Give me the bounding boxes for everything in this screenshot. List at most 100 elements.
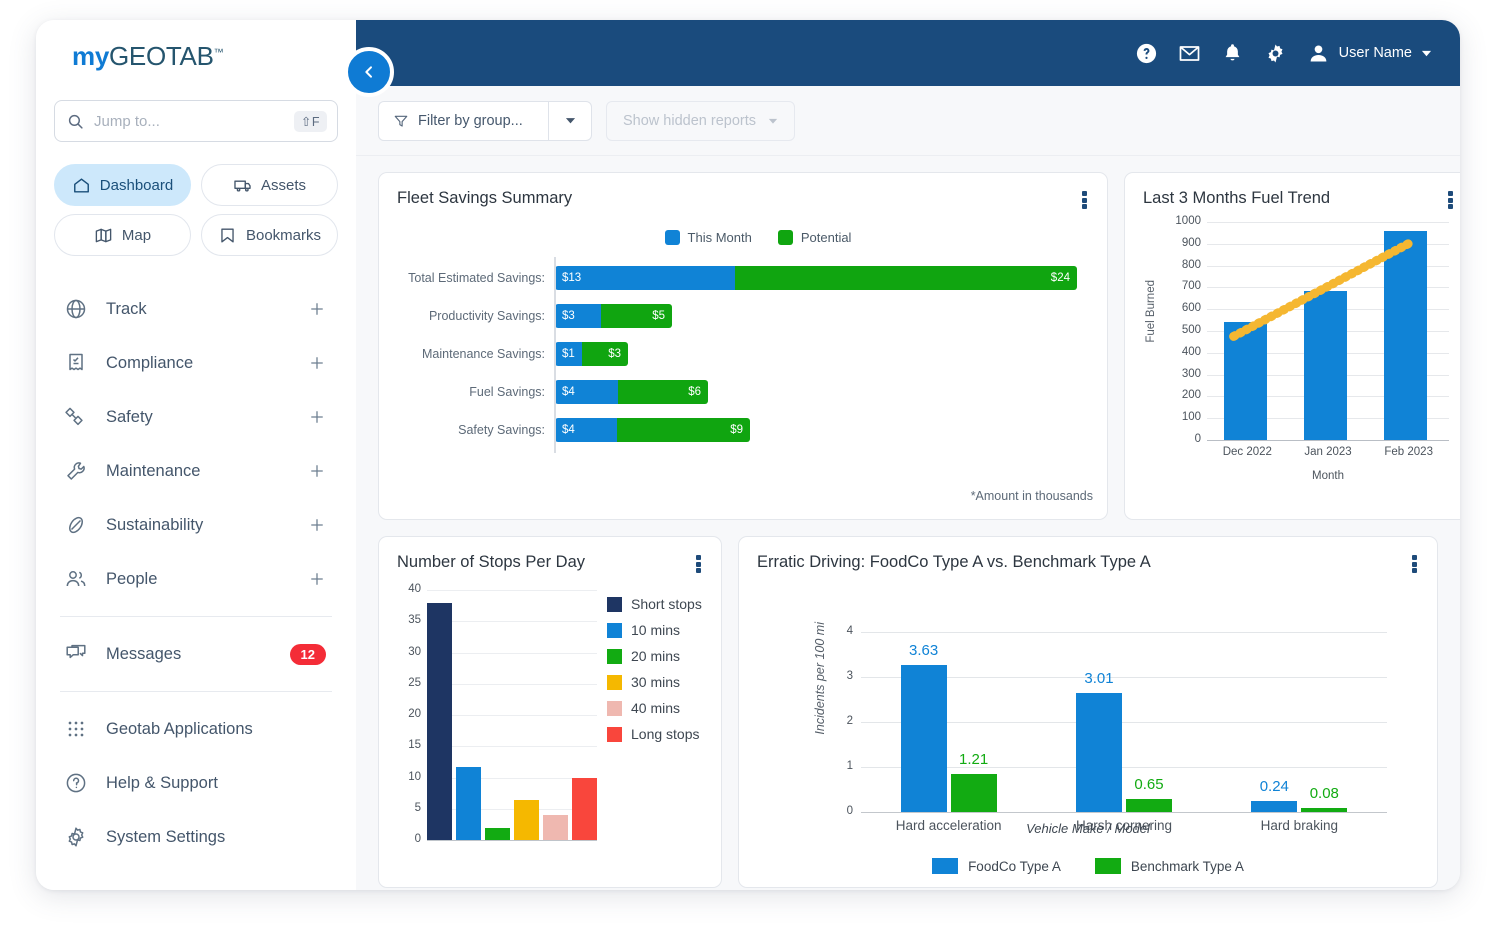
gear-icon[interactable] <box>1264 42 1287 65</box>
legend-item-this-month: This Month <box>665 230 752 245</box>
quick-nav-assets[interactable]: Assets <box>201 164 338 206</box>
y-tick: 20 <box>408 708 421 720</box>
card-title-fuel-trend: Last 3 Months Fuel Trend <box>1143 189 1455 208</box>
legend-swatch-short-stops <box>607 597 622 612</box>
sidebar-item-track[interactable]: Track <box>54 282 338 336</box>
stops-y-ticks: 40 35 30 25 20 15 10 5 0 <box>397 590 421 840</box>
quick-nav-dashboard[interactable]: Dashboard <box>54 164 191 206</box>
card-fuel-trend: Last 3 Months Fuel Trend Fuel Burned 100… <box>1124 172 1460 520</box>
erratic-y-axis-title: Incidents per 100 mi <box>813 622 827 735</box>
sidebar-item-people-label: People <box>106 570 308 589</box>
bar-group-hard-acceleration: 3.63 1.21 <box>861 632 1036 812</box>
sidebar-item-geotab-applications[interactable]: Geotab Applications <box>54 702 338 756</box>
filter-by-group-control: Filter by group... <box>378 101 592 141</box>
quick-nav-map[interactable]: Map <box>54 214 191 256</box>
sidebar-item-maintenance[interactable]: Maintenance <box>54 444 338 498</box>
expand-plus-icon[interactable] <box>308 408 326 426</box>
axis-baseline <box>1207 440 1449 441</box>
y-tick: 900 <box>1182 237 1201 249</box>
erratic-legend: FoodCo Type A Benchmark Type A <box>757 858 1419 874</box>
sidebar-item-sustainability[interactable]: Sustainability <box>54 498 338 552</box>
bar-30-mins[interactable] <box>514 800 539 840</box>
mail-icon[interactable] <box>1178 42 1201 65</box>
show-hidden-reports-dropdown[interactable]: Show hidden reports <box>606 101 795 141</box>
home-icon <box>72 176 91 195</box>
legend-swatch-benchmark-type-a <box>1095 858 1121 874</box>
truck-icon <box>233 176 252 195</box>
help-circle-icon[interactable] <box>1135 42 1158 65</box>
y-tick: 2 <box>847 715 853 727</box>
bar-row-productivity: Productivity Savings: $3 $5 <box>555 297 1077 335</box>
bar-short-stops[interactable] <box>427 603 452 841</box>
fuel-trend-y-ticks: 1000 900 800 700 600 500 400 300 200 100… <box>1165 222 1201 440</box>
chevron-down-icon <box>768 116 778 126</box>
filter-by-group-label: Filter by group... <box>418 113 523 129</box>
expand-plus-icon[interactable] <box>308 462 326 480</box>
bar-label-total-estimated: Total Estimated Savings: <box>397 271 545 285</box>
fuel-trend-chart: Fuel Burned 1000 900 800 700 600 500 400… <box>1143 222 1455 490</box>
legend-label-benchmark-type-a: Benchmark Type A <box>1131 859 1244 874</box>
fuel-trend-y-axis-title: Fuel Burned <box>1145 280 1157 343</box>
sidebar-item-compliance[interactable]: Compliance <box>54 336 338 390</box>
kebab-menu-icon[interactable] <box>1441 189 1459 211</box>
bar-10-mins[interactable] <box>456 767 481 840</box>
quick-nav-assets-label: Assets <box>261 177 306 194</box>
bell-icon[interactable] <box>1221 42 1244 65</box>
kebab-menu-icon[interactable] <box>689 553 707 575</box>
y-tick: 400 <box>1182 346 1201 358</box>
sidebar-item-messages[interactable]: Messages 12 <box>54 627 338 681</box>
sidebar-item-system-settings[interactable]: System Settings <box>54 810 338 864</box>
legend-item-short-stops: Short stops <box>607 596 702 612</box>
bar-row-maintenance: Maintenance Savings: $1 $3 <box>555 335 1077 373</box>
sidebar-divider-top <box>60 616 332 617</box>
expand-plus-icon[interactable] <box>308 300 326 318</box>
legend-label-this-month: This Month <box>688 230 752 245</box>
bar-20-mins[interactable] <box>485 828 510 841</box>
sidebar-divider-bottom <box>60 691 332 692</box>
stacked-bar-maintenance[interactable]: $1 $3 <box>555 342 628 366</box>
user-menu[interactable]: User Name <box>1307 42 1432 65</box>
bar-long-stops[interactable] <box>572 778 597 841</box>
quick-nav-bookmarks[interactable]: Bookmarks <box>201 214 338 256</box>
sidebar-collapse-button[interactable] <box>344 47 394 97</box>
legend-swatch-this-month <box>665 230 680 245</box>
stacked-bar-fuel[interactable]: $4 $6 <box>555 380 708 404</box>
kebab-menu-icon[interactable] <box>1075 189 1093 211</box>
legend-label-foodco-type-a: FoodCo Type A <box>968 859 1061 874</box>
y-tick: 4 <box>847 625 853 637</box>
filter-by-group-button[interactable]: Filter by group... <box>378 101 548 141</box>
chevron-down-icon <box>565 115 576 126</box>
bar-label-safety: Safety Savings: <box>397 423 545 437</box>
expand-plus-icon[interactable] <box>308 354 326 372</box>
legend-label-short-stops: Short stops <box>631 596 702 612</box>
bar-segment-this-month: $3 <box>555 304 601 328</box>
y-tick: 1 <box>847 760 853 772</box>
sidebar-item-compliance-label: Compliance <box>106 354 308 373</box>
y-tick: 600 <box>1182 302 1201 314</box>
y-tick: 40 <box>408 583 421 595</box>
sidebar-item-people[interactable]: People <box>54 552 338 606</box>
stacked-bar-total-estimated[interactable]: $13 $24 <box>555 266 1077 290</box>
sidebar-item-help-support[interactable]: Help & Support <box>54 756 338 810</box>
bar-40-mins[interactable] <box>543 815 568 840</box>
legend-swatch-10-mins <box>607 623 622 638</box>
y-tick: 5 <box>415 802 421 814</box>
kebab-menu-icon[interactable] <box>1405 553 1423 575</box>
seatbelt-icon <box>64 405 88 429</box>
main-nav: Track Compliance Safety <box>54 282 338 606</box>
sidebar: myGEOTAB™ Jump to... ⇧F Dashboard <box>36 20 356 890</box>
erratic-driving-chart: Incidents per 100 mi 4 3 2 1 0 <box>757 580 1419 876</box>
stacked-bar-safety[interactable]: $4 $9 <box>555 418 750 442</box>
expand-plus-icon[interactable] <box>308 570 326 588</box>
bar-group-harsh-cornering: 3.01 0.65 <box>1036 632 1211 812</box>
filter-by-group-dropdown[interactable] <box>548 101 592 141</box>
bar-label-fuel: Fuel Savings: <box>397 385 545 399</box>
grid-dots-icon <box>64 717 88 741</box>
sidebar-item-safety[interactable]: Safety <box>54 390 338 444</box>
bar-segment-potential: $5 <box>601 304 672 328</box>
expand-plus-icon[interactable] <box>308 516 326 534</box>
stacked-bar-productivity[interactable]: $3 $5 <box>555 304 672 328</box>
y-tick: 0 <box>1195 433 1201 445</box>
search-input[interactable]: Jump to... ⇧F <box>54 100 338 142</box>
user-avatar-icon <box>1307 42 1330 65</box>
